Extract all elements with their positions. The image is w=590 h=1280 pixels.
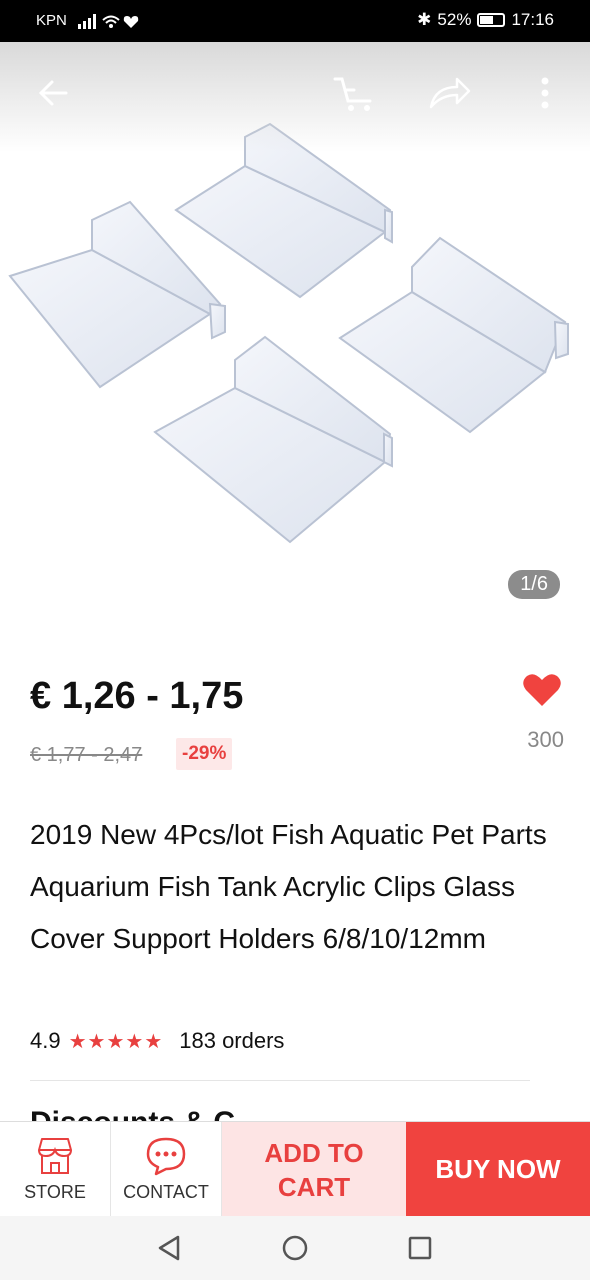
square-recents-icon xyxy=(408,1236,432,1260)
product-price: € 1,26 - 1,75 xyxy=(30,675,244,717)
cart-icon xyxy=(333,77,372,111)
battery-percent: 52% xyxy=(437,10,472,29)
battery-icon xyxy=(477,13,506,27)
triangle-back-icon xyxy=(158,1235,180,1261)
store-icon xyxy=(38,1138,72,1174)
bottom-action-bar: STORE CONTACT ADD TO CART BUY NOW xyxy=(0,1121,590,1217)
store-button[interactable]: STORE xyxy=(0,1122,111,1217)
system-navigation-bar xyxy=(0,1216,590,1280)
more-vertical-icon xyxy=(541,77,549,109)
rating-value: 4.9 xyxy=(30,1028,61,1053)
image-counter: 1/6 xyxy=(508,570,560,599)
section-heading-partial: Discounts & C xyxy=(30,1103,235,1121)
back-button[interactable] xyxy=(30,70,76,116)
nav-back-button[interactable] xyxy=(153,1232,185,1264)
orders-count: 183 orders xyxy=(179,1028,285,1053)
status-bar: KPN ✱ 52% 17:16 xyxy=(0,0,590,42)
cart-button[interactable] xyxy=(331,70,377,116)
clock: 17:16 xyxy=(511,10,554,29)
signal-icon xyxy=(78,14,139,29)
star-rating-icon: ★★★★★ xyxy=(68,1030,164,1053)
add-to-cart-button[interactable]: ADD TO CART xyxy=(222,1122,406,1217)
contact-button[interactable]: CONTACT xyxy=(111,1122,222,1217)
wishlist-count: 300 xyxy=(527,727,564,752)
wishlist-button[interactable] xyxy=(522,672,562,708)
product-image-gallery[interactable]: 1/6 xyxy=(0,42,590,607)
bluetooth-icon: ✱ xyxy=(417,10,432,29)
discount-badge: -29% xyxy=(176,738,233,770)
back-arrow-icon xyxy=(38,80,68,106)
store-label: STORE xyxy=(24,1182,86,1202)
add-to-cart-label: ADD TO CART xyxy=(264,1137,364,1202)
buy-now-button[interactable]: BUY NOW xyxy=(406,1122,590,1217)
product-title: 2019 New 4Pcs/lot Fish Aquatic Pet Parts… xyxy=(30,819,547,954)
share-icon xyxy=(429,77,471,109)
nav-recents-button[interactable] xyxy=(404,1232,436,1264)
original-price: € 1,77 - 2,47 xyxy=(30,744,143,766)
header-gradient xyxy=(0,42,590,152)
divider xyxy=(30,1080,530,1081)
circle-home-icon xyxy=(282,1235,308,1261)
chat-icon xyxy=(146,1137,186,1176)
contact-label: CONTACT xyxy=(123,1182,209,1202)
nav-home-button[interactable] xyxy=(279,1232,311,1264)
rating-row[interactable]: 4.9 ★★★★★ 183 orders xyxy=(30,1028,284,1054)
share-button[interactable] xyxy=(426,70,472,116)
heart-icon xyxy=(523,674,561,706)
status-right: ✱ 52% 17:16 xyxy=(417,10,554,30)
more-button[interactable] xyxy=(522,70,568,116)
carrier-label: KPN xyxy=(36,12,67,29)
buy-now-label: BUY NOW xyxy=(435,1154,561,1184)
